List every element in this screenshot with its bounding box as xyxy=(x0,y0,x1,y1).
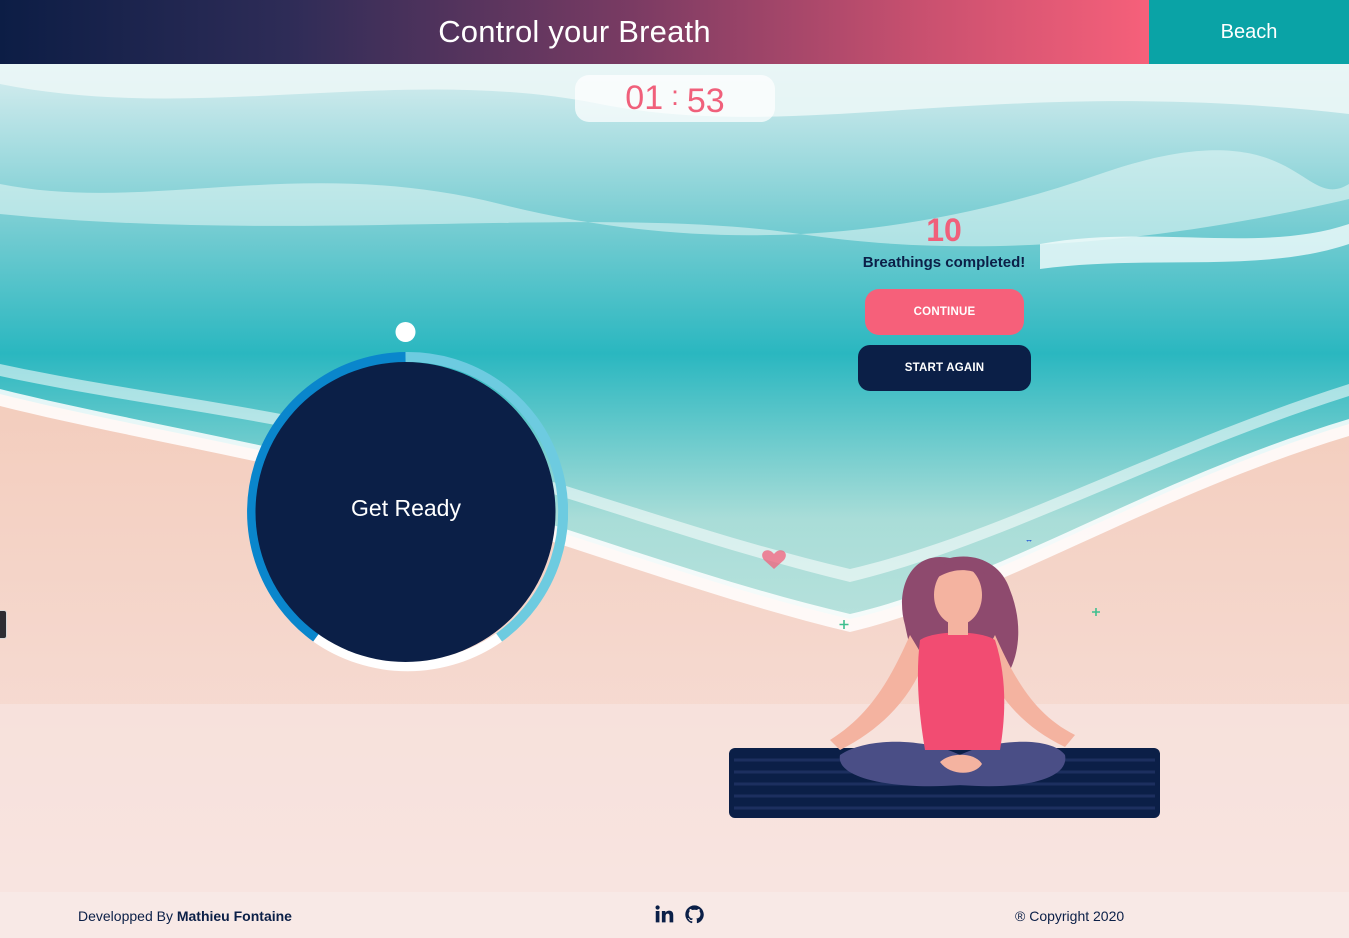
breath-instruction: Get Ready xyxy=(351,495,461,521)
meditation-illustration xyxy=(729,540,1160,818)
page-title: Control your Breath xyxy=(438,14,711,49)
footer: Developped By Mathieu Fontaine ® Copyrig… xyxy=(0,892,1349,938)
github-icon[interactable] xyxy=(684,904,705,925)
social-links xyxy=(654,904,705,925)
ring-indicator-dot xyxy=(395,322,416,342)
timer-minutes: 01 xyxy=(625,79,664,117)
continue-button[interactable]: CONTINUE xyxy=(865,289,1024,335)
credit-prefix: Developped By xyxy=(78,908,173,924)
completed-text: Breathings completed! xyxy=(862,254,1026,271)
start-again-button[interactable]: START AGAIN xyxy=(858,345,1031,391)
title-bar: Control your Breath xyxy=(0,0,1149,64)
tank-top xyxy=(917,632,1005,750)
timer-seconds: 53 xyxy=(686,82,725,120)
author-name[interactable]: Mathieu Fontaine xyxy=(177,908,292,924)
timer-separator: : xyxy=(671,79,679,111)
completed-count: 10 xyxy=(926,212,962,248)
copyright: ® Copyright 2020 xyxy=(1015,908,1125,924)
side-tab-handle[interactable] xyxy=(0,610,7,639)
theme-button[interactable]: Beach xyxy=(1149,0,1349,64)
countdown-timer: 01 : 53 xyxy=(575,75,775,122)
linkedin-icon[interactable] xyxy=(654,904,675,925)
header: Control your Breath Beach xyxy=(0,0,1349,64)
footer-credit: Developped By Mathieu Fontaine xyxy=(78,908,292,924)
